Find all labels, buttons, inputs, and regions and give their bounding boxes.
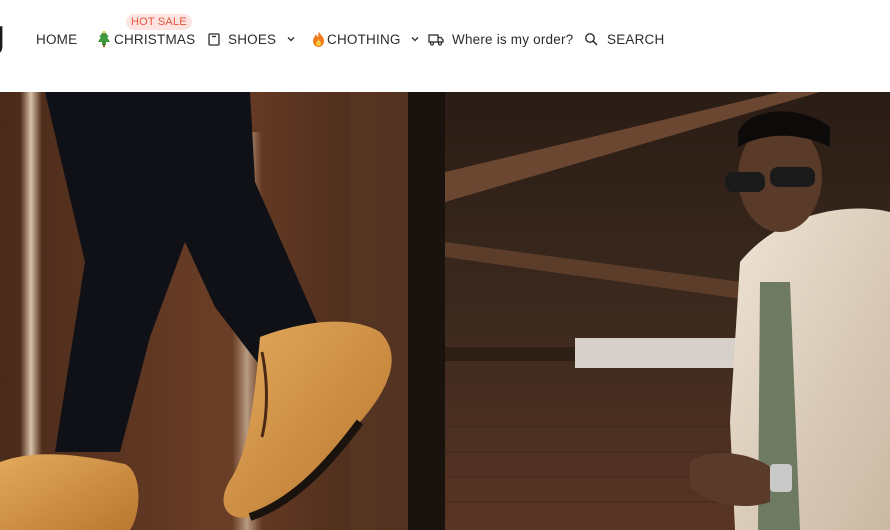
nav-item-shoes[interactable]: SHOES	[206, 30, 297, 48]
shoe-box-icon	[206, 31, 222, 47]
hero-banner[interactable]	[0, 92, 890, 530]
nav-item-label: SHOES	[228, 31, 277, 47]
nav-item-label: Where is my order?	[452, 31, 574, 47]
christmas-tree-icon	[96, 31, 112, 47]
chevron-down-icon	[285, 33, 297, 45]
nav-item-label: CHRISTMAS	[114, 31, 196, 47]
nav-item-home[interactable]: HOME	[36, 30, 77, 48]
nav-item-christmas[interactable]: CHRISTMAS	[96, 30, 195, 48]
truck-icon	[428, 31, 444, 47]
nav-item-label: HOME	[36, 31, 78, 47]
nav-item-order-tracking[interactable]: Where is my order?	[428, 30, 573, 48]
nav-item-label: CHOTHING	[327, 31, 401, 47]
main-nav: HOME HOT SALE CHRISTMAS SHOES CHOTHING W…	[0, 0, 890, 92]
site-header: J HOME HOT SALE CHRISTMAS SHOES CHOTHI	[0, 0, 890, 92]
nav-item-label: SEARCH	[607, 31, 665, 47]
fire-icon	[310, 31, 326, 47]
hero-photo	[0, 92, 890, 530]
hot-sale-badge: HOT SALE	[126, 14, 192, 30]
nav-item-clothing[interactable]: CHOTHING	[310, 30, 421, 48]
search-icon	[583, 31, 599, 47]
chevron-down-icon	[409, 33, 421, 45]
nav-item-search[interactable]: SEARCH	[583, 30, 664, 48]
